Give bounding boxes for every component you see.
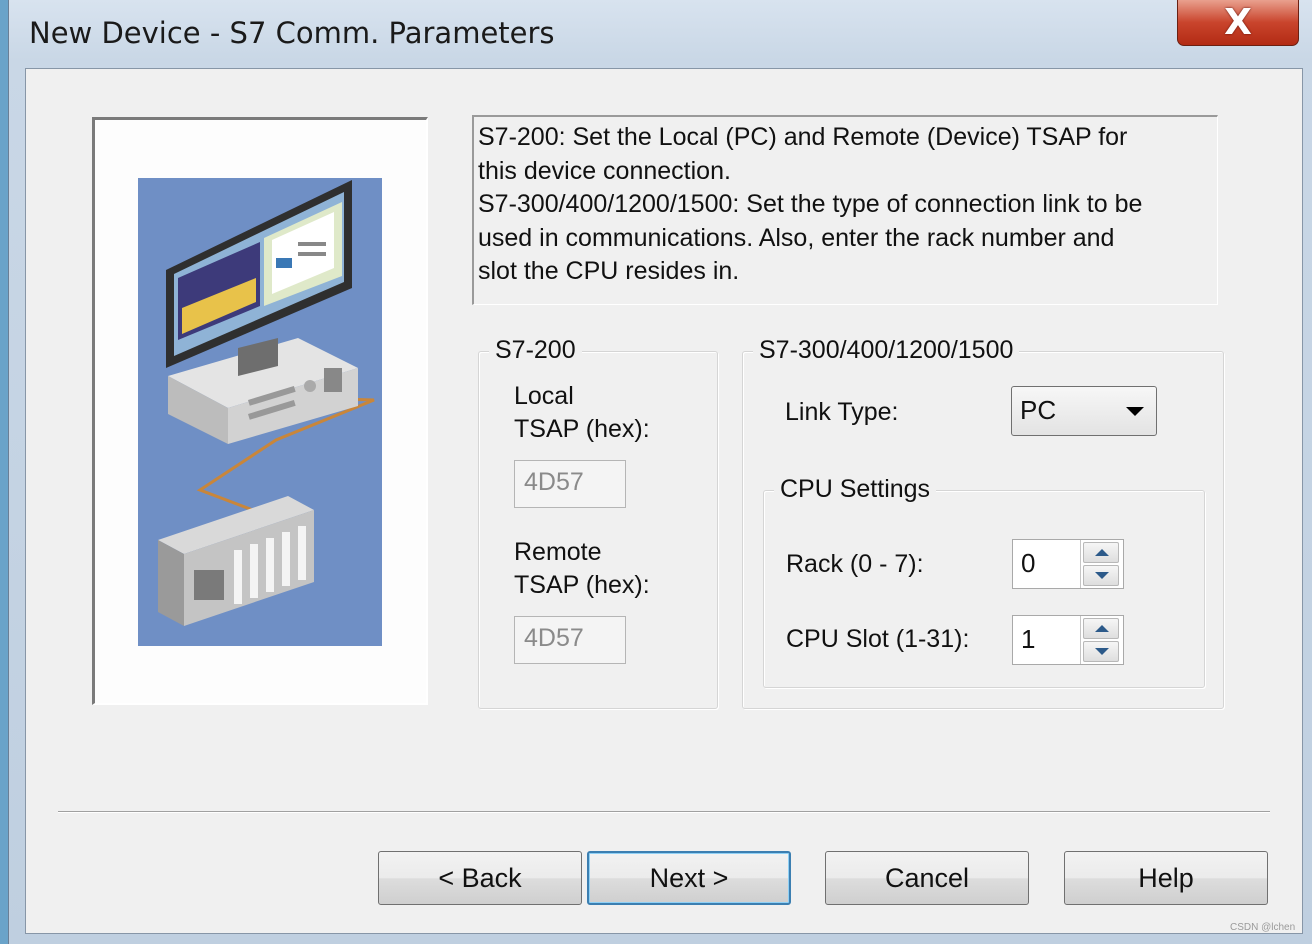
cpu-slot-spinner[interactable]: 1 xyxy=(1012,615,1124,665)
s7-300-group: S7-300/400/1200/1500 Link Type: PC CPU S… xyxy=(742,334,1224,709)
arrow-up-icon xyxy=(1095,549,1109,556)
watermark-text: CSDN @lchen xyxy=(1230,922,1296,933)
back-button[interactable]: < Back xyxy=(378,851,582,905)
remote-tsap-field[interactable]: 4D57 xyxy=(514,616,626,664)
close-button[interactable]: X xyxy=(1177,0,1299,46)
cpu-slot-value: 1 xyxy=(1021,624,1036,654)
window-title: New Device - S7 Comm. Parameters xyxy=(29,16,555,50)
s7-200-group: S7-200 Local TSAP (hex): 4D57 Remote TSA… xyxy=(478,334,718,709)
link-type-value: PC xyxy=(1020,395,1057,425)
dialog-client-area: S7-200: Set the Local (PC) and Remote (D… xyxy=(25,68,1303,934)
link-type-label: Link Type: xyxy=(785,398,899,426)
cancel-button[interactable]: Cancel xyxy=(825,851,1029,905)
arrow-up-icon xyxy=(1095,625,1109,632)
rack-value: 0 xyxy=(1021,548,1036,578)
rack-label: Rack (0 - 7): xyxy=(786,550,924,578)
s7-200-group-title: S7-200 xyxy=(489,334,582,366)
arrow-down-icon xyxy=(1095,572,1109,579)
pc-to-plc-illustration-icon xyxy=(138,178,382,646)
button-separator xyxy=(58,811,1270,813)
help-button[interactable]: Help xyxy=(1064,851,1268,905)
rack-decrement-button[interactable] xyxy=(1083,565,1119,586)
rack-spin-buttons xyxy=(1080,540,1123,588)
illustration-frame xyxy=(92,117,428,705)
illustration-graphic xyxy=(158,180,375,626)
next-button[interactable]: Next > xyxy=(587,851,791,905)
description-text: S7-200: Set the Local (PC) and Remote (D… xyxy=(472,115,1218,305)
cpu-slot-decrement-button[interactable] xyxy=(1083,641,1119,662)
cpu-settings-group-title: CPU Settings xyxy=(774,473,937,505)
chevron-down-icon xyxy=(1126,407,1144,416)
remote-tsap-label: Remote TSAP (hex): xyxy=(514,538,650,599)
rack-increment-button[interactable] xyxy=(1083,542,1119,563)
cpu-slot-increment-button[interactable] xyxy=(1083,618,1119,639)
arrow-down-icon xyxy=(1095,648,1109,655)
rack-spinner[interactable]: 0 xyxy=(1012,539,1124,589)
local-tsap-field[interactable]: 4D57 xyxy=(514,460,626,508)
cpu-slot-spin-buttons xyxy=(1080,616,1123,664)
cpu-settings-group: CPU Settings Rack (0 - 7): 0 CPU Slot (1… xyxy=(763,473,1205,688)
s7-300-group-title: S7-300/400/1200/1500 xyxy=(753,334,1020,366)
close-icon: X xyxy=(1224,1,1252,43)
cpu-slot-label: CPU Slot (1-31): xyxy=(786,625,970,653)
local-tsap-label: Local TSAP (hex): xyxy=(514,382,650,443)
link-type-dropdown[interactable]: PC xyxy=(1011,386,1157,436)
dialog-window: New Device - S7 Comm. Parameters X S7-20… xyxy=(8,0,1312,944)
